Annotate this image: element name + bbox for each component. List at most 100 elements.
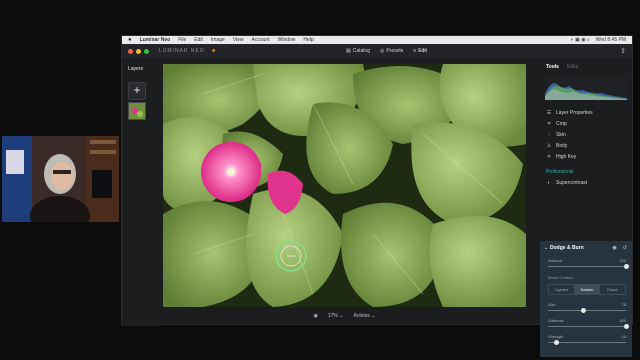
dodge-burn-icon: 💧︎	[545, 245, 548, 251]
apple-menu-icon[interactable]: ●	[128, 37, 132, 43]
top-nav: ▤ Catalog ◎ Presets ≡ Edit	[346, 48, 427, 54]
tool-layer-properties-label: Layer Properties	[556, 110, 593, 116]
amount-label: Amount	[548, 258, 562, 263]
mode-lighten-button[interactable]: Lighten	[549, 285, 574, 294]
section-professional: Professional	[546, 169, 574, 175]
mode-erase-button[interactable]: Erase	[600, 285, 625, 294]
tab-tools[interactable]: Tools	[546, 64, 559, 70]
high-key-icon: ☀	[546, 154, 552, 160]
add-layer-button[interactable]: +	[128, 82, 146, 100]
layer-thumbnail-image	[129, 103, 145, 119]
minimize-window-button[interactable]	[136, 48, 141, 54]
actions-dropdown[interactable]: Actions ⌄	[353, 313, 375, 319]
tool-supercontrast[interactable]: ◐ Supercontrast	[546, 180, 632, 186]
tab-edits[interactable]: Edits	[567, 64, 578, 70]
layers-panel: Layers +	[122, 58, 162, 326]
tool-crop[interactable]: ⌗ Crop	[546, 121, 632, 127]
bottom-bar: ◉ 17% ⌄ Actions ⌄	[163, 309, 526, 323]
amount-track[interactable]	[548, 264, 629, 269]
tools-panel: Tools Edits ☰ Layer Properties ⌗ Crop ◌ …	[540, 58, 632, 357]
brush-mode-selector: Lighten Darken Erase	[548, 284, 626, 295]
amount-value: 100	[619, 258, 626, 263]
eye-icon[interactable]: ◉	[314, 313, 318, 319]
app-toolbar: LUMINAR NEO ✦ ▤ Catalog ◎ Presets ≡ Edit…	[122, 44, 632, 58]
tool-body[interactable]: ♙ Body	[546, 143, 632, 149]
nav-catalog[interactable]: ▤ Catalog	[346, 48, 370, 54]
menu-image[interactable]: Image	[211, 37, 225, 43]
nav-catalog-label: Catalog	[352, 48, 370, 54]
amount-knob[interactable]	[624, 264, 629, 269]
skin-icon: ◌	[547, 132, 551, 138]
catalog-icon: ▤	[346, 48, 351, 54]
size-value: 75	[621, 302, 626, 307]
close-window-button[interactable]	[128, 48, 133, 54]
menu-view[interactable]: View	[233, 37, 244, 43]
webcam-image	[2, 136, 119, 222]
tool-skin[interactable]: ◌ Skin	[546, 132, 632, 138]
strength-knob[interactable]	[553, 340, 559, 345]
photo-image	[163, 64, 526, 307]
layers-title: Layers	[128, 66, 144, 72]
dodge-burn-title: Dodge & Burn	[550, 245, 584, 251]
clock: Wed 8:45 PM	[595, 37, 626, 43]
nav-presets-label: Presets	[386, 48, 404, 54]
zoom-dropdown[interactable]: 17% ⌄	[328, 313, 344, 319]
softness-label: Softness	[548, 318, 564, 323]
menu-file[interactable]: File	[178, 37, 186, 43]
status-icons[interactable]: ◐ ▣ ◉ ⌕	[571, 37, 590, 43]
menu-window[interactable]: Window	[278, 37, 296, 43]
histogram	[545, 76, 627, 100]
size-knob[interactable]	[581, 308, 587, 313]
tool-body-label: Body	[556, 143, 568, 149]
reset-icon[interactable]: ↺	[623, 245, 627, 251]
size-slider[interactable]: Size 75	[548, 302, 626, 313]
brush-control-label: Brush Control	[548, 275, 573, 280]
layer-thumbnail[interactable]	[128, 102, 146, 120]
strength-value: 10	[621, 334, 626, 339]
panel-tabs: Tools Edits	[546, 64, 632, 70]
actions-label: Actions	[353, 313, 370, 319]
share-icon[interactable]: ⇪	[620, 47, 626, 55]
visibility-eye-icon[interactable]: ◉	[612, 245, 616, 251]
app-logo: LUMINAR NEO	[159, 48, 205, 54]
menu-edit[interactable]: Edit	[194, 37, 203, 43]
softness-value: 100	[619, 318, 626, 323]
maximize-window-button[interactable]	[144, 48, 149, 54]
tool-layer-properties[interactable]: ☰ Layer Properties	[546, 110, 632, 116]
softness-slider[interactable]: Softness 100	[548, 318, 629, 329]
tool-high-key-label: High Key	[556, 154, 577, 160]
layer-properties-icon: ☰	[546, 110, 552, 116]
strength-track[interactable]	[548, 340, 626, 345]
brush-cursor-icon	[275, 240, 307, 272]
tool-skin-label: Skin	[556, 132, 566, 138]
presets-icon: ◎	[379, 48, 385, 54]
mode-darken-button[interactable]: Darken	[574, 285, 600, 294]
supercontrast-icon: ◐	[547, 180, 551, 186]
tool-high-key[interactable]: ☀ High Key	[546, 154, 632, 160]
nav-edit[interactable]: ≡ Edit	[413, 48, 427, 54]
tool-supercontrast-label: Supercontrast	[556, 180, 588, 186]
dodge-burn-panel: 💧︎ Dodge & Burn ◉ ↺ Amount 100 Brush Con…	[540, 241, 632, 357]
nav-edit-label: Edit	[418, 48, 427, 54]
mac-menubar: ● Luminar Neo File Edit Image View Accou…	[122, 36, 632, 44]
softness-track[interactable]	[548, 324, 629, 329]
luminar-window: ● Luminar Neo File Edit Image View Accou…	[121, 35, 633, 357]
body-icon: ♙	[546, 143, 552, 149]
dodge-burn-header[interactable]: 💧︎ Dodge & Burn ◉ ↺	[545, 245, 632, 251]
tool-crop-label: Crop	[556, 121, 567, 127]
strength-slider[interactable]: Strength 10	[548, 334, 626, 345]
softness-knob[interactable]	[624, 324, 629, 329]
nav-presets[interactable]: ◎ Presets	[380, 48, 403, 54]
menu-account[interactable]: Account	[252, 37, 270, 43]
window-controls	[128, 48, 149, 54]
size-label: Size	[548, 302, 556, 307]
strength-label: Strength	[548, 334, 564, 339]
menu-app-name[interactable]: Luminar Neo	[140, 37, 171, 43]
amount-slider[interactable]: Amount 100	[548, 258, 629, 269]
photo-canvas[interactable]	[163, 64, 526, 307]
crop-icon: ⌗	[547, 121, 551, 127]
size-track[interactable]	[548, 308, 626, 313]
zoom-value: 17%	[327, 313, 338, 319]
menu-help[interactable]: Help	[303, 37, 313, 43]
ai-star-icon[interactable]: ✦	[211, 47, 217, 55]
